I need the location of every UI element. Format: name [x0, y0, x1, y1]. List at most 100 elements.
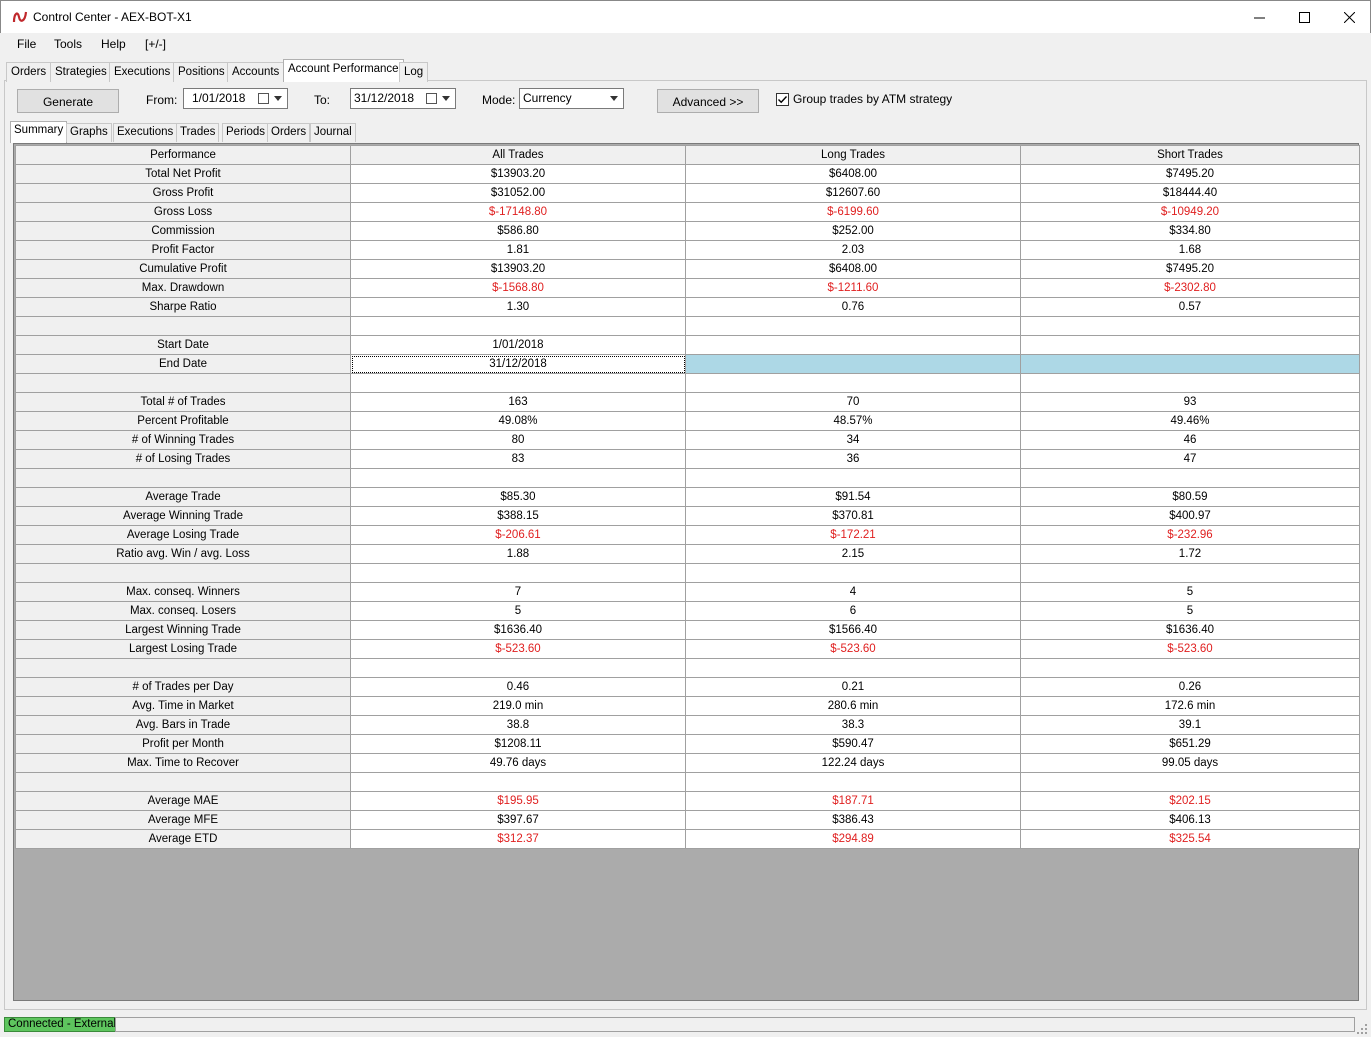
- table-row[interactable]: Largest Winning Trade $1636.40 $1566.40 $16…: [15, 620, 1360, 640]
- all-trades-cell[interactable]: $13903.20: [350, 259, 686, 279]
- table-row[interactable]: Profit Factor 1.81 2.03 1.68: [15, 240, 1360, 260]
- all-trades-cell[interactable]: [350, 468, 686, 488]
- long-trades-cell[interactable]: 122.24 days: [685, 753, 1021, 773]
- all-trades-cell[interactable]: $312.37: [350, 829, 686, 849]
- tab-orders[interactable]: Orders: [6, 62, 52, 82]
- all-trades-cell[interactable]: $-17148.80: [350, 202, 686, 222]
- tab-executions-sub[interactable]: Executions: [113, 123, 178, 142]
- short-trades-cell[interactable]: $400.97: [1020, 506, 1360, 526]
- long-trades-cell[interactable]: $12607.60: [685, 183, 1021, 203]
- tab-account-performance[interactable]: Account Performance: [283, 59, 404, 82]
- all-trades-cell[interactable]: 163: [350, 392, 686, 412]
- all-trades-cell[interactable]: $13903.20: [350, 164, 686, 184]
- from-date-picker[interactable]: 1/01/2018: [183, 88, 288, 109]
- short-trades-cell[interactable]: 172.6 min: [1020, 696, 1360, 716]
- long-trades-cell[interactable]: 70: [685, 392, 1021, 412]
- table-row[interactable]: Average MFE $397.67 $386.43 $406.13: [15, 810, 1360, 830]
- short-trades-cell[interactable]: [1020, 658, 1360, 678]
- short-trades-cell[interactable]: $80.59: [1020, 487, 1360, 507]
- short-trades-cell[interactable]: $7495.20: [1020, 259, 1360, 279]
- tab-periods[interactable]: Periods: [222, 123, 269, 142]
- table-row[interactable]: Average ETD $312.37 $294.89 $325.54: [15, 829, 1360, 849]
- short-trades-cell[interactable]: $202.15: [1020, 791, 1360, 811]
- all-trades-cell[interactable]: $-206.61: [350, 525, 686, 545]
- all-trades-cell[interactable]: $1208.11: [350, 734, 686, 754]
- all-trades-cell[interactable]: 80: [350, 430, 686, 450]
- long-trades-cell[interactable]: $294.89: [685, 829, 1021, 849]
- short-trades-cell[interactable]: 0.57: [1020, 297, 1360, 317]
- table-row[interactable]: [15, 772, 1360, 792]
- short-trades-cell[interactable]: 93: [1020, 392, 1360, 412]
- long-trades-cell[interactable]: $-523.60: [685, 639, 1021, 659]
- long-trades-cell[interactable]: $386.43: [685, 810, 1021, 830]
- short-trades-cell[interactable]: [1020, 468, 1360, 488]
- table-row[interactable]: # of Winning Trades 80 34 46: [15, 430, 1360, 450]
- table-row[interactable]: Average Losing Trade $-206.61 $-172.21 $-23…: [15, 525, 1360, 545]
- table-row[interactable]: Ratio avg. Win / avg. Loss 1.88 2.15 1.72: [15, 544, 1360, 564]
- long-trades-cell[interactable]: [685, 335, 1021, 355]
- short-trades-cell[interactable]: $334.80: [1020, 221, 1360, 241]
- short-trades-cell[interactable]: $-523.60: [1020, 639, 1360, 659]
- short-trades-cell[interactable]: 99.05 days: [1020, 753, 1360, 773]
- table-row[interactable]: Max. Drawdown $-1568.80 $-1211.60 $-2302.80: [15, 278, 1360, 298]
- long-trades-cell[interactable]: 0.21: [685, 677, 1021, 697]
- to-date-picker[interactable]: 31/12/2018: [350, 88, 456, 109]
- menu-help[interactable]: Help: [101, 37, 126, 51]
- short-trades-cell[interactable]: 47: [1020, 449, 1360, 469]
- maximize-button[interactable]: [1281, 1, 1327, 33]
- short-trades-cell[interactable]: $325.54: [1020, 829, 1360, 849]
- long-trades-cell[interactable]: [685, 316, 1021, 336]
- all-trades-cell[interactable]: 219.0 min: [350, 696, 686, 716]
- short-trades-cell[interactable]: 46: [1020, 430, 1360, 450]
- all-trades-cell[interactable]: $586.80: [350, 221, 686, 241]
- tab-accounts[interactable]: Accounts: [227, 62, 285, 82]
- menu-tools[interactable]: Tools: [54, 37, 82, 51]
- all-trades-cell[interactable]: 49.08%: [350, 411, 686, 431]
- long-trades-cell[interactable]: 38.3: [685, 715, 1021, 735]
- table-row[interactable]: Max. conseq. Winners 7 4 5: [15, 582, 1360, 602]
- short-trades-cell[interactable]: 5: [1020, 582, 1360, 602]
- short-trades-cell[interactable]: [1020, 373, 1360, 393]
- all-trades-cell[interactable]: $388.15: [350, 506, 686, 526]
- short-trades-cell[interactable]: $406.13: [1020, 810, 1360, 830]
- long-trades-cell[interactable]: $6408.00: [685, 259, 1021, 279]
- menu-toggle[interactable]: [+/-]: [145, 37, 166, 51]
- long-trades-cell[interactable]: [685, 373, 1021, 393]
- table-row[interactable]: Max. Time to Recover 49.76 days 122.24 day…: [15, 753, 1360, 773]
- all-trades-cell[interactable]: 49.76 days: [350, 753, 686, 773]
- tab-graphs[interactable]: Graphs: [66, 123, 112, 142]
- all-trades-cell[interactable]: 1.88: [350, 544, 686, 564]
- all-trades-cell[interactable]: [350, 563, 686, 583]
- long-trades-cell[interactable]: $187.71: [685, 791, 1021, 811]
- short-trades-cell[interactable]: $-10949.20: [1020, 202, 1360, 222]
- tab-strategies[interactable]: Strategies: [50, 62, 112, 82]
- short-trades-cell[interactable]: $18444.40: [1020, 183, 1360, 203]
- table-row[interactable]: Average Trade $85.30 $91.54 $80.59: [15, 487, 1360, 507]
- long-trades-cell[interactable]: $91.54: [685, 487, 1021, 507]
- table-row[interactable]: Cumulative Profit $13903.20 $6408.00 $7495.…: [15, 259, 1360, 279]
- tab-log[interactable]: Log: [399, 62, 429, 82]
- all-trades-cell[interactable]: 31/12/2018: [350, 354, 686, 374]
- long-trades-cell[interactable]: [685, 354, 1021, 374]
- all-trades-cell[interactable]: $-523.60: [350, 639, 686, 659]
- long-trades-cell[interactable]: 6: [685, 601, 1021, 621]
- all-trades-cell[interactable]: 38.8: [350, 715, 686, 735]
- all-trades-cell[interactable]: $195.95: [350, 791, 686, 811]
- tab-trades[interactable]: Trades: [176, 123, 220, 142]
- column-header[interactable]: Short Trades: [1020, 145, 1360, 165]
- column-header[interactable]: Long Trades: [685, 145, 1021, 165]
- tab-executions[interactable]: Executions: [109, 62, 176, 82]
- short-trades-cell[interactable]: $-2302.80: [1020, 278, 1360, 298]
- long-trades-cell[interactable]: 0.76: [685, 297, 1021, 317]
- table-row[interactable]: Start Date 1/01/2018: [15, 335, 1360, 355]
- table-row[interactable]: Max. conseq. Losers 5 6 5: [15, 601, 1360, 621]
- table-row[interactable]: Gross Loss $-17148.80 $-6199.60 $-10949.20: [15, 202, 1360, 222]
- column-header[interactable]: All Trades: [350, 145, 686, 165]
- all-trades-cell[interactable]: 83: [350, 449, 686, 469]
- long-trades-cell[interactable]: 2.15: [685, 544, 1021, 564]
- table-row[interactable]: [15, 316, 1360, 336]
- table-row[interactable]: Percent Profitable 49.08% 48.57% 49.46%: [15, 411, 1360, 431]
- all-trades-cell[interactable]: $85.30: [350, 487, 686, 507]
- minimize-button[interactable]: [1236, 1, 1282, 33]
- long-trades-cell[interactable]: $-1211.60: [685, 278, 1021, 298]
